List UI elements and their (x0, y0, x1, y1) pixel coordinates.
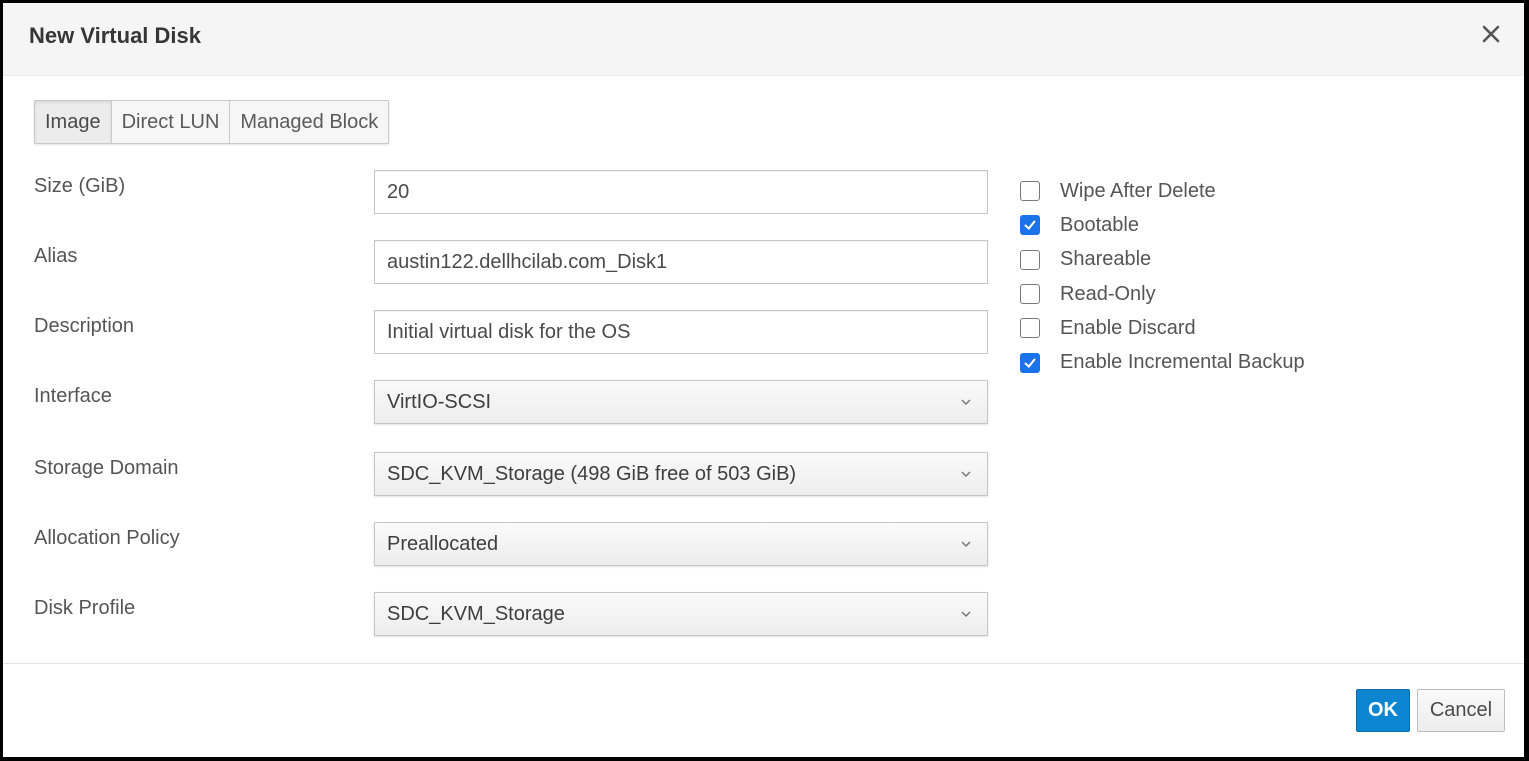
storage-domain-label: Storage Domain (34, 457, 179, 479)
checkbox[interactable] (1020, 352, 1040, 373)
size-label: Size (GiB) (34, 175, 126, 197)
tab-direct-lun[interactable]: Direct LUN (111, 101, 231, 143)
close-button[interactable] (1478, 21, 1504, 47)
tab-managed-block[interactable]: Managed Block (230, 101, 389, 143)
storage-domain-value: SDC_KVM_Storage (498 GiB free of 503 GiB… (387, 463, 797, 485)
checkbox[interactable] (1020, 249, 1040, 270)
checkbox[interactable] (1020, 215, 1040, 236)
description-label: Description (34, 315, 135, 337)
option-label: Enable Incremental Backup (1060, 351, 1305, 374)
option-shareable[interactable]: Shareable (1020, 243, 1305, 277)
option-label: Enable Discard (1060, 316, 1196, 339)
interface-select[interactable]: VirtIO-SCSI (374, 380, 988, 424)
cancel-button[interactable]: Cancel (1417, 689, 1505, 732)
footer-divider (3, 663, 1524, 664)
chevron-down-icon (961, 541, 971, 548)
chevron-down-icon (961, 399, 971, 406)
tab-image[interactable]: Image (35, 101, 112, 143)
dialog-title: New Virtual Disk (29, 23, 201, 48)
disk-options: Wipe After Delete Bootable Shareable Rea… (1020, 174, 1305, 380)
option-label: Read-Only (1060, 282, 1156, 305)
option-enable-incremental-backup[interactable]: Enable Incremental Backup (1020, 345, 1305, 379)
disk-profile-select[interactable]: SDC_KVM_Storage (374, 592, 988, 636)
new-virtual-disk-dialog: New Virtual Disk Image Direct LUN Manage… (3, 3, 1524, 757)
chevron-down-icon (961, 611, 971, 618)
option-label: Shareable (1060, 248, 1152, 271)
dialog-header: New Virtual Disk (3, 3, 1524, 76)
allocation-policy-select[interactable]: Preallocated (374, 522, 988, 566)
chevron-down-icon (961, 471, 971, 478)
interface-value: VirtIO-SCSI (387, 391, 492, 413)
checkbox[interactable] (1020, 318, 1040, 339)
option-bootable[interactable]: Bootable (1020, 208, 1305, 242)
checkmark-icon (1024, 220, 1036, 231)
ok-button[interactable]: OK (1356, 689, 1410, 732)
allocation-policy-value: Preallocated (387, 533, 499, 555)
size-input[interactable] (374, 170, 988, 214)
alias-label: Alias (34, 245, 78, 267)
option-label: Bootable (1060, 213, 1139, 236)
alias-input[interactable] (374, 240, 988, 284)
description-input[interactable] (374, 310, 988, 354)
checkbox[interactable] (1020, 284, 1040, 305)
checkmark-icon (1024, 358, 1036, 368)
option-label: Wipe After Delete (1060, 179, 1216, 202)
allocation-policy-label: Allocation Policy (34, 527, 180, 549)
interface-label: Interface (34, 385, 112, 407)
disk-profile-value: SDC_KVM_Storage (387, 603, 565, 625)
storage-domain-select[interactable]: SDC_KVM_Storage (498 GiB free of 503 GiB… (374, 452, 988, 496)
option-wipe-after-delete[interactable]: Wipe After Delete (1020, 174, 1305, 208)
option-enable-discard[interactable]: Enable Discard (1020, 311, 1305, 345)
checkbox[interactable] (1020, 181, 1040, 202)
disk-type-tabs: Image Direct LUN Managed Block (34, 100, 390, 144)
disk-profile-label: Disk Profile (34, 597, 136, 619)
option-read-only[interactable]: Read-Only (1020, 277, 1305, 311)
close-icon (1482, 25, 1500, 43)
